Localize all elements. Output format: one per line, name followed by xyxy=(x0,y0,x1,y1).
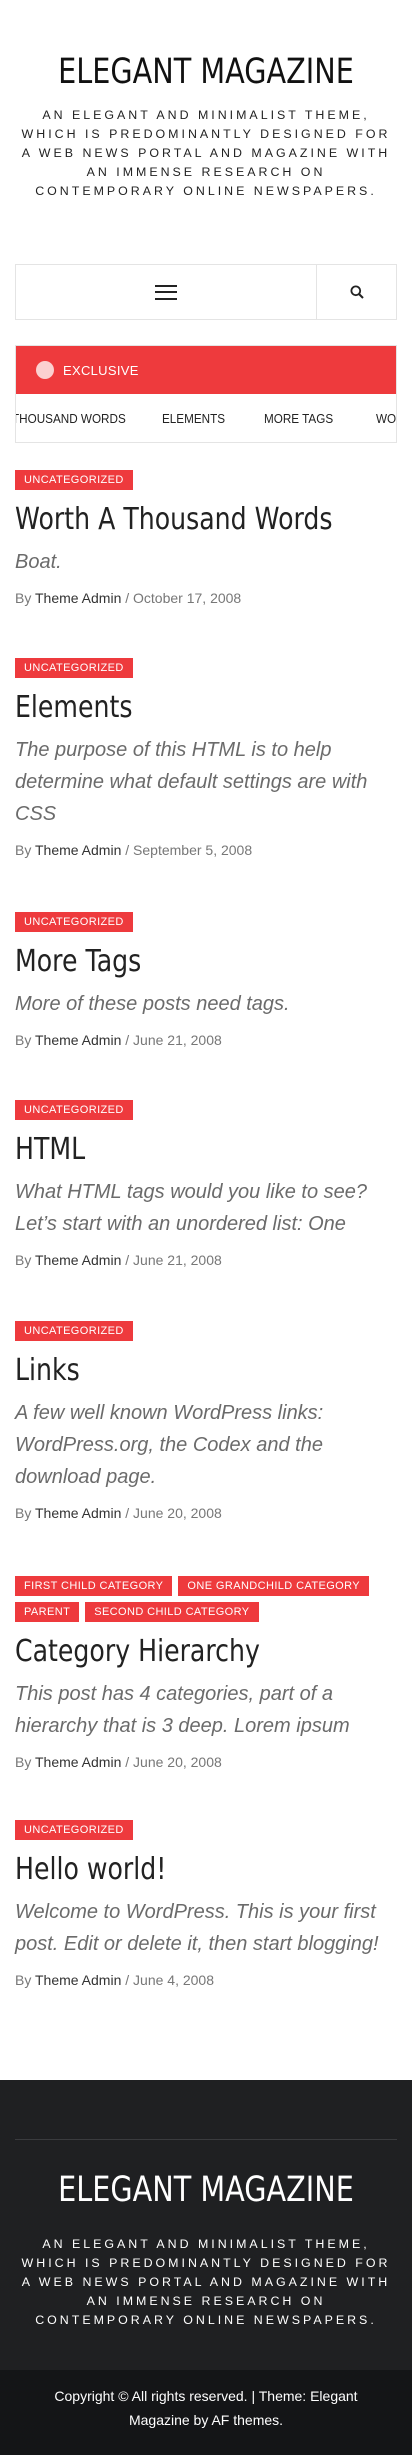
meta-prefix: By xyxy=(15,1754,32,1770)
ticker-item[interactable]: WO xyxy=(376,411,396,426)
site-header: ELEGANT MAGAZINE AN ELEGANT AND MINIMALI… xyxy=(0,0,412,264)
post-author[interactable]: Theme Admin xyxy=(35,1754,121,1770)
hamburger-icon[interactable] xyxy=(155,284,177,300)
meta-separator: / xyxy=(125,1972,130,1988)
post-excerpt: Welcome to WordPress. This is your first… xyxy=(15,1901,379,1955)
post-categories: FIRST CHILD CATEGORY ONE GRANDCHILD CATE… xyxy=(15,1576,397,1622)
category-badge[interactable]: ONE GRANDCHILD CATEGORY xyxy=(178,1576,370,1596)
meta-separator: / xyxy=(125,842,130,858)
post-meta: By Theme Admin / June 21, 2008 xyxy=(15,1032,397,1048)
ticker-item[interactable]: ELEMENTS xyxy=(162,411,225,426)
post-date[interactable]: June 21, 2008 xyxy=(133,1032,222,1048)
category-badge[interactable]: UNCATEGORIZED xyxy=(15,912,133,932)
post-title[interactable]: Category Hierarchy xyxy=(15,1632,336,1672)
post-categories: UNCATEGORIZED xyxy=(15,658,397,678)
category-badge[interactable]: PARENT xyxy=(15,1602,80,1622)
site-description: AN ELEGANT AND MINIMALIST THEME, WHICH I… xyxy=(21,108,391,198)
post-title[interactable]: Worth A Thousand Words xyxy=(15,500,336,540)
meta-prefix: By xyxy=(15,1252,32,1268)
post-excerpt: More of these posts need tags. xyxy=(15,993,290,1015)
post-card: UNCATEGORIZED More Tags More of these po… xyxy=(15,912,397,1048)
meta-separator: / xyxy=(125,1754,130,1770)
post-categories: UNCATEGORIZED xyxy=(15,1321,397,1341)
ticker-items: THOUSAND WORDS ELEMENTS MORE TAGS WO xyxy=(16,394,396,442)
meta-prefix: By xyxy=(15,842,32,858)
post-excerpt: What HTML tags would you like to see? Le… xyxy=(15,1181,368,1235)
exclusive-ticker: EXCLUSIVE THOUSAND WORDS ELEMENTS MORE T… xyxy=(15,345,397,443)
post-meta: By Theme Admin / September 5, 2008 xyxy=(15,842,397,858)
post-author[interactable]: Theme Admin xyxy=(35,1972,121,1988)
post-date[interactable]: June 20, 2008 xyxy=(133,1754,222,1770)
post-card: UNCATEGORIZED Elements The purpose of th… xyxy=(15,658,397,858)
meta-prefix: By xyxy=(15,1505,32,1521)
post-date[interactable]: September 5, 2008 xyxy=(133,842,252,858)
post-categories: UNCATEGORIZED xyxy=(15,912,397,932)
footer-site-title[interactable]: ELEGANT MAGAZINE xyxy=(37,2170,375,2210)
post-card: UNCATEGORIZED Links A few well known Wor… xyxy=(15,1321,397,1521)
meta-prefix: By xyxy=(15,1972,32,1988)
menu-toggle-button[interactable] xyxy=(16,265,317,319)
post-title[interactable]: HTML xyxy=(15,1130,336,1170)
post-date[interactable]: June 21, 2008 xyxy=(133,1252,222,1268)
site-title[interactable]: ELEGANT MAGAZINE xyxy=(37,52,375,92)
post-excerpt: This post has 4 categories, part of a hi… xyxy=(15,1683,350,1737)
category-badge[interactable]: UNCATEGORIZED xyxy=(15,470,133,490)
post-categories: UNCATEGORIZED xyxy=(15,1100,397,1120)
post-title[interactable]: Links xyxy=(15,1351,336,1391)
category-badge[interactable]: FIRST CHILD CATEGORY xyxy=(15,1576,173,1596)
live-dot-icon xyxy=(36,361,54,379)
post-author[interactable]: Theme Admin xyxy=(35,1505,121,1521)
post-excerpt: A few well known WordPress links: WordPr… xyxy=(15,1402,324,1488)
post-excerpt: The purpose of this HTML is to help dete… xyxy=(15,739,368,825)
post-title[interactable]: More Tags xyxy=(15,942,336,982)
post-date[interactable]: June 20, 2008 xyxy=(133,1505,222,1521)
post-date[interactable]: October 17, 2008 xyxy=(133,590,241,606)
category-badge[interactable]: UNCATEGORIZED xyxy=(15,1321,133,1341)
post-card: FIRST CHILD CATEGORY ONE GRANDCHILD CATE… xyxy=(15,1576,397,1770)
footer-divider xyxy=(15,2139,397,2140)
meta-separator: / xyxy=(125,1505,130,1521)
copyright: Copyright © All rights reserved. | Theme… xyxy=(0,2370,412,2455)
post-categories: UNCATEGORIZED xyxy=(15,470,397,490)
ticker-item[interactable]: MORE TAGS xyxy=(264,411,333,426)
footer-site-description: AN ELEGANT AND MINIMALIST THEME, WHICH I… xyxy=(21,2237,391,2327)
meta-prefix: By xyxy=(15,1032,32,1048)
post-meta: By Theme Admin / June 4, 2008 xyxy=(15,1972,397,1988)
post-title[interactable]: Hello world! xyxy=(15,1850,336,1890)
category-badge[interactable]: SECOND CHILD CATEGORY xyxy=(85,1602,259,1622)
category-badge[interactable]: UNCATEGORIZED xyxy=(15,1100,133,1120)
post-meta: By Theme Admin / June 20, 2008 xyxy=(15,1754,397,1770)
search-button[interactable] xyxy=(317,265,396,319)
category-badge[interactable]: UNCATEGORIZED xyxy=(15,1820,133,1840)
meta-separator: / xyxy=(125,1252,130,1268)
meta-separator: / xyxy=(125,590,130,606)
post-meta: By Theme Admin / October 17, 2008 xyxy=(15,590,397,606)
post-author[interactable]: Theme Admin xyxy=(35,842,121,858)
post-author[interactable]: Theme Admin xyxy=(35,590,121,606)
main-navigation xyxy=(15,264,397,320)
post-title[interactable]: Elements xyxy=(15,688,336,728)
post-card: UNCATEGORIZED Hello world! Welcome to Wo… xyxy=(15,1820,397,1988)
post-meta: By Theme Admin / June 20, 2008 xyxy=(15,1505,397,1521)
ticker-item[interactable]: THOUSAND WORDS xyxy=(16,411,126,426)
category-badge[interactable]: UNCATEGORIZED xyxy=(15,658,133,678)
meta-separator: / xyxy=(125,1032,130,1048)
post-card: UNCATEGORIZED HTML What HTML tags would … xyxy=(15,1100,397,1268)
post-author[interactable]: Theme Admin xyxy=(35,1032,121,1048)
post-meta: By Theme Admin / June 21, 2008 xyxy=(15,1252,397,1268)
post-author[interactable]: Theme Admin xyxy=(35,1252,121,1268)
post-excerpt: Boat. xyxy=(15,551,62,573)
ticker-label: EXCLUSIVE xyxy=(63,362,139,378)
search-icon[interactable] xyxy=(350,285,364,299)
site-footer: ELEGANT MAGAZINE AN ELEGANT AND MINIMALI… xyxy=(0,2080,412,2455)
post-card: UNCATEGORIZED Worth A Thousand Words Boa… xyxy=(15,470,397,606)
ticker-header: EXCLUSIVE xyxy=(16,346,396,394)
meta-prefix: By xyxy=(15,590,32,606)
post-categories: UNCATEGORIZED xyxy=(15,1820,397,1840)
post-date[interactable]: June 4, 2008 xyxy=(133,1972,214,1988)
